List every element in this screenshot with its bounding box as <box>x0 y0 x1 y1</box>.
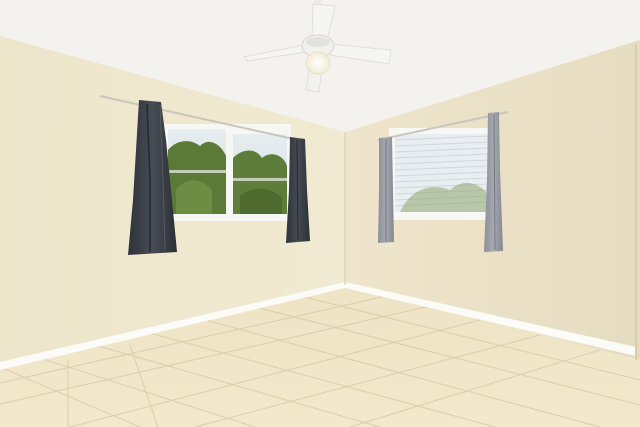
room-photo <box>0 0 640 427</box>
right-window <box>389 128 493 220</box>
left-window <box>163 124 291 221</box>
